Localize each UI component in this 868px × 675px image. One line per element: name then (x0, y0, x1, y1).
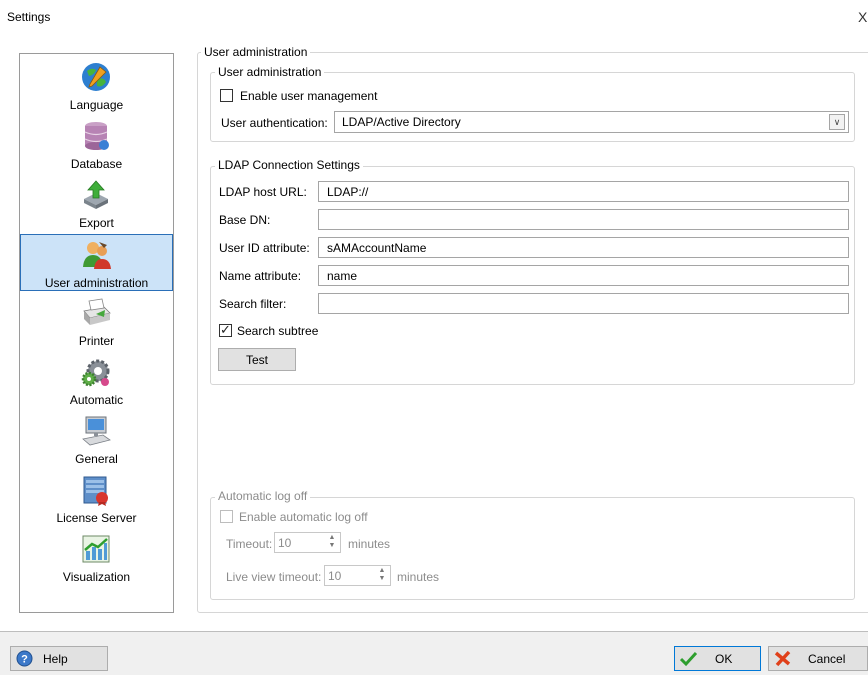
live-view-timeout-label: Live view timeout: (226, 570, 322, 584)
ok-button-label: OK (715, 652, 733, 666)
nav-item-database[interactable]: Database (20, 116, 173, 173)
spin-arrows-icon[interactable]: ▲ ▼ (326, 534, 338, 551)
user-authentication-select[interactable]: LDAP/Active Directory ∨ (334, 111, 849, 133)
help-icon: ? (16, 650, 33, 667)
live-view-timeout-unit-label: minutes (397, 570, 440, 584)
checkmark-icon: ✓ (220, 322, 231, 337)
cancel-x-icon (774, 650, 791, 667)
globe-icon (82, 63, 110, 91)
timeout-stepper[interactable]: 10 ▲ ▼ (274, 532, 341, 553)
window-title: Settings (7, 10, 51, 24)
live-view-timeout-stepper[interactable]: 10 ▲ ▼ (324, 565, 391, 586)
help-button-label: Help (43, 652, 68, 666)
search-filter-label: Search filter: (219, 297, 287, 311)
settings-nav: Language Database Export User administra… (19, 53, 174, 613)
base-dn-label: Base DN: (219, 213, 271, 227)
title-bar (0, 0, 868, 34)
user-authentication-value: LDAP/Active Directory (342, 115, 461, 129)
nav-item-license-server[interactable]: License Server (20, 470, 173, 527)
test-button[interactable]: Test (218, 348, 296, 371)
enable-automatic-log-off-checkbox[interactable] (220, 510, 233, 523)
ldap-host-url-label: LDAP host URL: (219, 185, 307, 199)
nav-label-printer: Printer (78, 334, 115, 348)
nav-label-language: Language (69, 98, 124, 112)
automatic-log-off-group-title: Automatic log off (215, 489, 311, 503)
nav-item-general[interactable]: General (20, 411, 173, 468)
live-view-timeout-value: 10 (328, 569, 342, 583)
timeout-value: 10 (278, 536, 292, 550)
ok-button[interactable]: OK (674, 646, 761, 671)
user-authentication-label: User authentication: (221, 116, 328, 130)
ldap-connection-group-title: LDAP Connection Settings (215, 158, 363, 172)
chevron-down-icon[interactable]: ∨ (829, 114, 845, 130)
computer-icon (82, 416, 111, 446)
svg-text:?: ? (21, 654, 28, 666)
spin-arrows-icon[interactable]: ▲ ▼ (376, 567, 388, 584)
help-button[interactable]: ? Help (10, 646, 108, 671)
gears-icon (81, 359, 110, 387)
users-icon (83, 242, 111, 269)
enable-automatic-log-off-label: Enable automatic log off (239, 510, 368, 524)
database-icon (84, 122, 109, 150)
name-attribute-label: Name attribute: (219, 269, 302, 283)
search-subtree-label: Search subtree (237, 324, 319, 338)
nav-item-printer[interactable]: Printer (20, 293, 173, 350)
nav-item-visualization[interactable]: Visualization (20, 529, 173, 586)
enable-user-management-checkbox[interactable] (220, 89, 233, 102)
nav-item-export[interactable]: Export (20, 175, 173, 232)
user-id-attribute-input[interactable]: sAMAccountName (318, 237, 849, 258)
nav-item-user-administration[interactable]: User administration (20, 234, 173, 291)
close-icon[interactable]: X (858, 9, 867, 25)
timeout-unit-label: minutes (348, 537, 391, 551)
nav-label-database: Database (70, 157, 123, 171)
user-administration-group-title: User administration (215, 65, 325, 79)
name-attribute-input[interactable]: name (318, 265, 849, 286)
nav-label-visualization: Visualization (62, 570, 131, 584)
nav-label-export: Export (79, 216, 114, 230)
enable-user-management-label: Enable user management (240, 89, 378, 103)
cancel-button-label: Cancel (808, 652, 846, 666)
ldap-host-url-input[interactable]: LDAP:// (318, 181, 849, 202)
printer-icon (83, 298, 111, 325)
user-administration-panel-title: User administration (201, 45, 311, 59)
base-dn-input[interactable] (318, 209, 849, 230)
user-id-attribute-label: User ID attribute: (219, 241, 310, 255)
license-server-icon (83, 476, 108, 506)
nav-label-license-server: License Server (56, 511, 137, 525)
cancel-button[interactable]: Cancel (768, 646, 868, 671)
search-subtree-checkbox[interactable]: ✓ (219, 322, 232, 337)
nav-label-general: General (75, 452, 118, 466)
search-filter-input[interactable] (318, 293, 849, 314)
nav-item-automatic[interactable]: Automatic (20, 352, 173, 409)
chart-icon (82, 535, 110, 563)
nav-label-user-administration: User administration (44, 276, 149, 290)
export-icon (84, 180, 108, 209)
nav-label-automatic: Automatic (69, 393, 124, 407)
nav-item-language[interactable]: Language (20, 57, 173, 114)
timeout-label: Timeout: (226, 537, 273, 551)
checkmark-icon (680, 651, 697, 667)
